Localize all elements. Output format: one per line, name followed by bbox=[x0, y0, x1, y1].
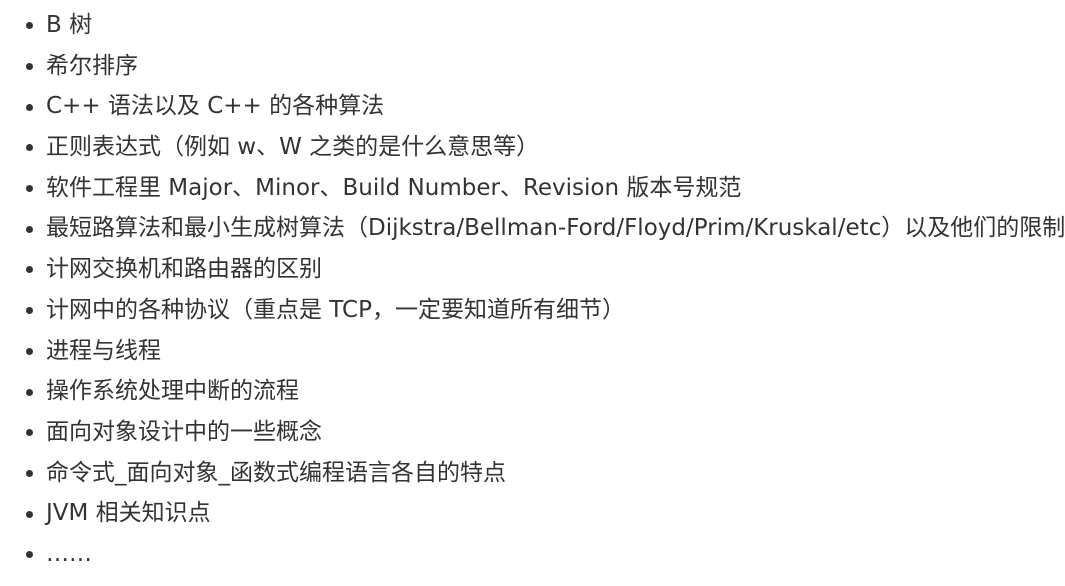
list-item-text: …… bbox=[46, 540, 92, 567]
list-item-text: 计网交换机和路由器的区别 bbox=[46, 256, 322, 283]
list-item: C++ 语法以及 C++ 的各种算法 bbox=[0, 86, 1065, 127]
list-item: 希尔排序 bbox=[0, 46, 1065, 87]
list-item: B 树 bbox=[0, 5, 1065, 46]
list-item: 进程与线程 bbox=[0, 331, 1065, 372]
bullet-icon bbox=[26, 22, 33, 30]
list-item-text: 最短路算法和最小生成树算法（Dijkstra/Bellman-Ford/Floy… bbox=[46, 215, 1065, 242]
list-item-text: 希尔排序 bbox=[46, 52, 138, 79]
list-item-text: 正则表达式（例如 w、W 之类的是什么意思等） bbox=[46, 134, 540, 161]
bullet-icon bbox=[26, 469, 33, 477]
bullet-icon bbox=[26, 510, 33, 518]
list-item-text: C++ 语法以及 C++ 的各种算法 bbox=[46, 93, 385, 120]
list-item-text: 面向对象设计中的一些概念 bbox=[46, 418, 322, 445]
list-item-text: 操作系统处理中断的流程 bbox=[46, 378, 299, 405]
list-item: 最短路算法和最小生成树算法（Dijkstra/Bellman-Ford/Floy… bbox=[0, 208, 1065, 249]
list-item-text: B 树 bbox=[46, 12, 93, 38]
bullet-icon bbox=[26, 185, 33, 193]
list-item-text: 进程与线程 bbox=[46, 337, 161, 364]
bullet-icon bbox=[26, 266, 33, 274]
list-item: 面向对象设计中的一些概念 bbox=[0, 412, 1065, 453]
list-item: JVM 相关知识点 bbox=[0, 493, 1065, 534]
list-item: …… bbox=[0, 534, 1065, 575]
bullet-icon bbox=[26, 307, 33, 315]
list-item-text: 命令式_面向对象_函数式编程语言各自的特点 bbox=[46, 459, 506, 486]
bullet-icon bbox=[26, 551, 33, 559]
list-item-text: 软件工程里 Major、Minor、Build Number、Revision … bbox=[46, 174, 742, 201]
list-item: 正则表达式（例如 w、W 之类的是什么意思等） bbox=[0, 127, 1065, 168]
bullet-icon bbox=[26, 103, 33, 111]
bullet-icon bbox=[26, 429, 33, 437]
bullet-icon bbox=[26, 388, 33, 396]
list-item: 计网中的各种协议（重点是 TCP，一定要知道所有细节） bbox=[0, 290, 1065, 331]
bullet-icon bbox=[26, 347, 33, 355]
list-item: 命令式_面向对象_函数式编程语言各自的特点 bbox=[0, 453, 1065, 494]
bullet-icon bbox=[26, 63, 33, 71]
list-item: 操作系统处理中断的流程 bbox=[0, 371, 1065, 412]
list-item-text: 计网中的各种协议（重点是 TCP，一定要知道所有细节） bbox=[46, 296, 625, 323]
bullet-icon bbox=[26, 144, 33, 152]
bullet-icon bbox=[26, 225, 33, 233]
list-item-text: JVM 相关知识点 bbox=[46, 500, 211, 527]
list-item: 软件工程里 Major、Minor、Build Number、Revision … bbox=[0, 168, 1065, 209]
topic-list: B 树 希尔排序 C++ 语法以及 C++ 的各种算法 正则表达式（例如 w、W… bbox=[0, 5, 1065, 575]
list-item: 计网交换机和路由器的区别 bbox=[0, 249, 1065, 290]
